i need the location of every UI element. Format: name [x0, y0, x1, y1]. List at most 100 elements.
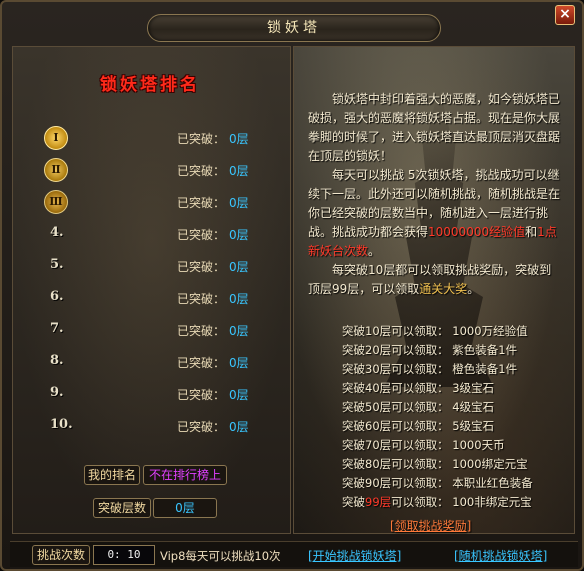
description-paragraph-3: 每突破10层都可以领取挑战奖励，突破到顶层99层，可以领取通关大奖。	[308, 261, 563, 299]
reward-suffix: 可以领取：	[391, 476, 449, 490]
rank-label: 已突破：	[177, 324, 226, 338]
rank-row-6: 6. 已突破： 0层	[42, 286, 282, 310]
reward-level: 40层	[365, 381, 392, 395]
description-paragraph-1: 锁妖塔中封印着强大的恶魔，如今锁妖塔已破损，强大的恶魔将锁妖塔占据。现在是你大展…	[308, 92, 561, 163]
floors-broken-label: 突破层数	[93, 498, 151, 518]
reward-item: 4级宝石	[452, 400, 495, 414]
rank-value: 0层	[229, 388, 249, 402]
rank-value: 0层	[229, 324, 249, 338]
close-button[interactable]: ×	[555, 5, 575, 25]
rank-value: 0层	[229, 132, 249, 146]
reward-item: 5级宝石	[452, 419, 495, 433]
rank-label: 已突破：	[177, 228, 226, 242]
reward-row-70: 突破70层可以领取： 1000天币	[342, 437, 572, 455]
reward-item: 1000绑定元宝	[452, 457, 528, 471]
my-rank-label: 我的排名	[84, 465, 140, 485]
floors-broken-value: 0层	[153, 498, 217, 518]
reward-prefix: 突破	[342, 362, 365, 376]
exp-reward-highlight: 10000000经验值	[428, 225, 526, 239]
challenge-count-value: 0: 10	[93, 545, 155, 565]
rank-label: 已突破：	[177, 292, 226, 306]
rank-medal-icon-3: Ⅲ	[44, 190, 68, 214]
reward-row-30: 突破30层可以领取： 橙色装备1件	[342, 361, 572, 379]
reward-row-80: 突破80层可以领取： 1000绑定元宝	[342, 456, 572, 474]
rank-value: 0层	[229, 260, 249, 274]
reward-prefix: 突破	[342, 324, 365, 338]
rank-row-8: 8. 已突破： 0层	[42, 350, 282, 374]
rank-row-10: 10. 已突破： 0层	[42, 414, 282, 438]
rank-row-4: 4. 已突破： 0层	[42, 222, 282, 246]
reward-level: 50层	[365, 400, 392, 414]
my-rank-value: 不在排行榜上	[143, 465, 227, 485]
rank-label: 已突破：	[177, 132, 226, 146]
rank-label: 已突破：	[177, 260, 226, 274]
reward-level: 20层	[365, 343, 392, 357]
grand-prize-highlight: 通关大奖	[419, 282, 468, 296]
rank-label: 已突破：	[177, 196, 226, 210]
rank-row-1: Ⅰ 已突破： 0层	[42, 126, 282, 150]
reward-suffix: 可以领取：	[391, 343, 449, 357]
reward-suffix: 可以领取：	[391, 495, 449, 509]
rank-number: 8.	[50, 353, 64, 368]
rank-value: 0层	[229, 196, 249, 210]
reward-level: 30层	[365, 362, 392, 376]
reward-suffix: 可以领取：	[391, 457, 449, 471]
rank-medal-icon-2: Ⅱ	[44, 158, 68, 182]
rank-label: 已突破：	[177, 164, 226, 178]
reward-level: 80层	[365, 457, 392, 471]
reward-row-50: 突破50层可以领取： 4级宝石	[342, 399, 572, 417]
reward-suffix: 可以领取：	[391, 400, 449, 414]
vip-note: Vip8每天可以挑战10次	[160, 549, 281, 563]
reward-prefix: 突破	[342, 419, 365, 433]
description-text: 和	[525, 225, 538, 239]
reward-prefix: 突破	[342, 381, 365, 395]
window-title: 锁妖塔	[147, 14, 441, 42]
rank-number: 7.	[50, 321, 64, 336]
tower-description: 锁妖塔中封印着强大的恶魔，如今锁妖塔已破损，强大的恶魔将锁妖塔占据。现在是你大展…	[308, 90, 563, 299]
description-text: 。	[467, 282, 480, 296]
reward-row-99: 突破99层可以领取： 100非绑定元宝	[342, 494, 572, 512]
reward-prefix: 突破	[342, 400, 365, 414]
rank-label: 已突破：	[177, 356, 226, 370]
reward-prefix: 突破	[342, 457, 365, 471]
rank-label: 已突破：	[177, 420, 226, 434]
reward-suffix: 可以领取：	[391, 362, 449, 376]
rank-row-9: 9. 已突破： 0层	[42, 382, 282, 406]
claim-reward-link[interactable]: [领取挑战奖励]	[390, 517, 471, 534]
rank-value: 0层	[229, 164, 249, 178]
rank-row-2: Ⅱ 已突破： 0层	[42, 158, 282, 182]
reward-row-40: 突破40层可以领取： 3级宝石	[342, 380, 572, 398]
reward-item: 100非绑定元宝	[452, 495, 532, 509]
rank-number: 10.	[50, 417, 73, 432]
reward-level: 10层	[365, 324, 392, 338]
ranking-title: 锁妖塔排名	[100, 75, 200, 95]
reward-suffix: 可以领取：	[391, 419, 449, 433]
tower-window: 锁妖塔 × 锁妖塔排名 Ⅰ 已突破： 0层 Ⅱ 已突破： 0层 Ⅲ 已突破： 0…	[0, 0, 584, 571]
reward-item: 紫色装备1件	[452, 343, 518, 357]
reward-level: 60层	[365, 419, 392, 433]
rank-row-3: Ⅲ 已突破： 0层	[42, 190, 282, 214]
reward-level: 99层	[365, 495, 392, 509]
reward-item: 1000天币	[452, 438, 505, 452]
reward-item: 3级宝石	[452, 381, 495, 395]
start-challenge-link[interactable]: [开始挑战锁妖塔]	[308, 547, 401, 564]
reward-item: 橙色装备1件	[452, 362, 518, 376]
reward-prefix: 突破	[342, 343, 365, 357]
reward-row-10: 突破10层可以领取： 1000万经验值	[342, 323, 572, 341]
rank-number: 5.	[50, 257, 64, 272]
reward-suffix: 可以领取：	[391, 324, 449, 338]
reward-suffix: 可以领取：	[391, 381, 449, 395]
description-text: 。	[368, 244, 381, 258]
rank-row-7: 7. 已突破： 0层	[42, 318, 282, 342]
rank-value: 0层	[229, 356, 249, 370]
reward-level: 70层	[365, 438, 392, 452]
rank-number: 9.	[50, 385, 64, 400]
reward-suffix: 可以领取：	[391, 438, 449, 452]
rank-value: 0层	[229, 228, 249, 242]
reward-prefix: 突破	[342, 495, 365, 509]
random-challenge-link[interactable]: [随机挑战锁妖塔]	[454, 547, 547, 564]
reward-row-20: 突破20层可以领取： 紫色装备1件	[342, 342, 572, 360]
rank-row-5: 5. 已突破： 0层	[42, 254, 282, 278]
reward-level: 90层	[365, 476, 392, 490]
rank-value: 0层	[229, 292, 249, 306]
